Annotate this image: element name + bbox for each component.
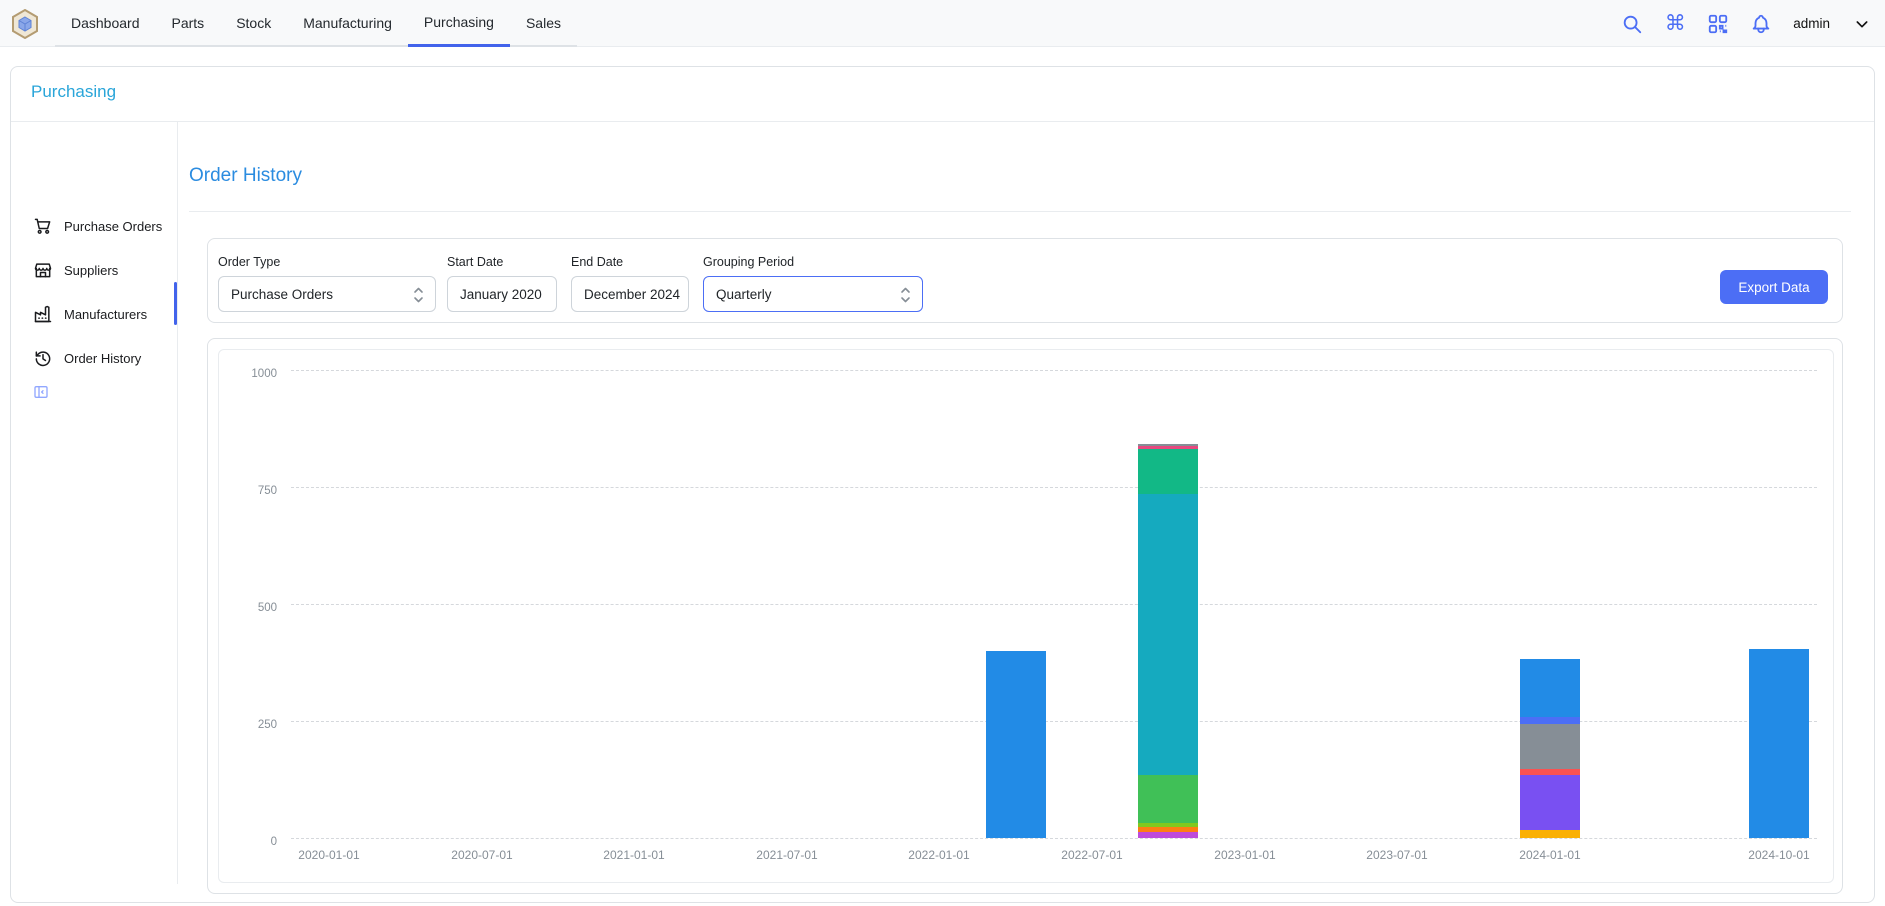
start-date-value: January 2020 bbox=[460, 287, 542, 302]
y-axis-tick-label: 750 bbox=[219, 485, 277, 497]
tab-stock[interactable]: Stock bbox=[220, 0, 287, 45]
x-axis-tick-label: 2021-01-01 bbox=[589, 848, 679, 862]
inventree-logo-icon[interactable] bbox=[10, 9, 40, 39]
search-icon[interactable] bbox=[1621, 13, 1643, 35]
bar-segment-2022-10-01[interactable] bbox=[1138, 823, 1198, 827]
x-axis-tick-label: 2020-01-01 bbox=[284, 848, 374, 862]
page-title: Order History bbox=[189, 165, 302, 187]
bar-segment-2022-10-01[interactable] bbox=[1138, 775, 1198, 823]
sidebar-divider bbox=[177, 122, 178, 884]
x-axis-tick-label: 2024-10-01 bbox=[1734, 848, 1824, 862]
x-axis-tick-label: 2020-07-01 bbox=[437, 848, 527, 862]
gridline-0 bbox=[291, 838, 1817, 839]
tab-dashboard[interactable]: Dashboard bbox=[55, 0, 156, 45]
x-axis-tick-label: 2023-01-01 bbox=[1200, 848, 1290, 862]
tab-sales[interactable]: Sales bbox=[510, 0, 577, 45]
start-date-label: Start Date bbox=[447, 255, 503, 269]
sidebar-item-suppliers[interactable]: Suppliers bbox=[11, 248, 177, 292]
tab-manufacturing[interactable]: Manufacturing bbox=[287, 0, 408, 45]
grouping-period-label: Grouping Period bbox=[703, 255, 794, 269]
gridline-500 bbox=[291, 604, 1817, 605]
sidebar-collapse-icon[interactable] bbox=[33, 384, 49, 400]
end-date-value: December 2024 bbox=[584, 287, 680, 302]
sidebar-item-label: Suppliers bbox=[64, 263, 118, 278]
sidebar-item-label: Order History bbox=[64, 351, 141, 366]
x-axis-tick-label: 2023-07-01 bbox=[1352, 848, 1442, 862]
sidebar-item-label: Manufacturers bbox=[64, 307, 147, 322]
bar-segment-2022-10-01[interactable] bbox=[1138, 446, 1198, 449]
gridline-250 bbox=[291, 721, 1817, 722]
select-updown-icon bbox=[898, 284, 913, 309]
x-axis-tick-label: 2022-01-01 bbox=[894, 848, 984, 862]
title-divider bbox=[189, 211, 1851, 212]
top-navbar: Dashboard Parts Stock Manufacturing Purc… bbox=[0, 0, 1885, 47]
bar-segment-2024-01-01[interactable] bbox=[1520, 830, 1580, 838]
bar-segment-2024-01-01[interactable] bbox=[1520, 659, 1580, 717]
order-type-select[interactable]: Purchase Orders bbox=[218, 276, 436, 312]
bar-segment-2022-10-01[interactable] bbox=[1138, 444, 1198, 447]
tab-purchasing[interactable]: Purchasing bbox=[408, 0, 510, 47]
command-icon[interactable]: ⌘ bbox=[1664, 13, 1686, 35]
x-axis-tick-label: 2021-07-01 bbox=[742, 848, 832, 862]
bar-segment-2022-10-01[interactable] bbox=[1138, 832, 1198, 838]
bar-segment-2024-01-01[interactable] bbox=[1520, 769, 1580, 775]
bar-segment-2024-01-01[interactable] bbox=[1520, 717, 1580, 724]
tab-parts[interactable]: Parts bbox=[156, 0, 221, 45]
order-type-label: Order Type bbox=[218, 255, 280, 269]
order-type-value: Purchase Orders bbox=[231, 287, 333, 302]
end-date-input[interactable]: December 2024 bbox=[571, 276, 689, 312]
bar-segment-2024-10-01[interactable] bbox=[1749, 649, 1809, 838]
gridline-750 bbox=[291, 487, 1817, 488]
bar-segment-2024-01-01[interactable] bbox=[1520, 775, 1580, 830]
select-updown-icon bbox=[411, 284, 426, 309]
y-axis-tick-label: 1000 bbox=[219, 368, 277, 380]
header-actions: ⌘ admin bbox=[1621, 0, 1873, 47]
bar-segment-2022-04-01[interactable] bbox=[986, 651, 1046, 838]
factory-icon bbox=[33, 304, 53, 324]
gridline-1000 bbox=[291, 370, 1817, 371]
storefront-icon bbox=[33, 260, 53, 280]
y-axis-tick-label: 0 bbox=[219, 836, 277, 848]
filter-toolbar: Order Type Purchase Orders Start Date Ja… bbox=[207, 238, 1843, 323]
sidebar-item-purchase-orders[interactable]: Purchase Orders bbox=[11, 204, 177, 248]
bar-segment-2022-10-01[interactable] bbox=[1138, 494, 1198, 775]
sidebar-item-order-history[interactable]: Order History bbox=[11, 336, 177, 380]
sidebar: Purchase Orders Suppliers bbox=[11, 122, 177, 902]
history-icon bbox=[33, 348, 53, 368]
breadcrumb[interactable]: Purchasing bbox=[31, 82, 116, 102]
grouping-period-select[interactable]: Quarterly bbox=[703, 276, 923, 312]
bar-segment-2022-10-01[interactable] bbox=[1138, 449, 1198, 494]
bar-segment-2022-10-01[interactable] bbox=[1138, 827, 1198, 832]
nav-tabs: Dashboard Parts Stock Manufacturing Purc… bbox=[55, 0, 577, 47]
y-axis-tick-label: 250 bbox=[219, 719, 277, 731]
app-root: Dashboard Parts Stock Manufacturing Purc… bbox=[0, 0, 1885, 906]
bar-segment-2024-01-01[interactable] bbox=[1520, 724, 1580, 769]
breadcrumb-divider bbox=[11, 121, 1874, 122]
sidebar-item-label: Purchase Orders bbox=[64, 219, 162, 234]
shopping-cart-icon bbox=[33, 216, 53, 236]
export-data-button[interactable]: Export Data bbox=[1720, 270, 1828, 304]
end-date-label: End Date bbox=[571, 255, 623, 269]
qrcode-icon[interactable] bbox=[1707, 13, 1729, 35]
bell-icon[interactable] bbox=[1750, 13, 1772, 35]
order-history-chart: 0 250 500 750 1000 2020-01-01 2020-07-01 2021-0… bbox=[218, 349, 1834, 883]
start-date-input[interactable]: January 2020 bbox=[447, 276, 557, 312]
x-axis-tick-label: 2022-07-01 bbox=[1047, 848, 1137, 862]
x-axis-tick-label: 2024-01-01 bbox=[1505, 848, 1595, 862]
y-axis-tick-label: 500 bbox=[219, 602, 277, 614]
chevron-down-icon[interactable] bbox=[1851, 13, 1873, 35]
chart-card: 0 250 500 750 1000 2020-01-01 2020-07-01 2021-0… bbox=[207, 338, 1843, 894]
sidebar-item-manufacturers[interactable]: Manufacturers bbox=[11, 292, 177, 336]
sidebar-active-indicator bbox=[174, 282, 177, 325]
user-menu-label[interactable]: admin bbox=[1793, 16, 1830, 31]
grouping-period-value: Quarterly bbox=[716, 287, 772, 302]
page-panel: Purchasing Purchase Orders bbox=[10, 66, 1875, 903]
